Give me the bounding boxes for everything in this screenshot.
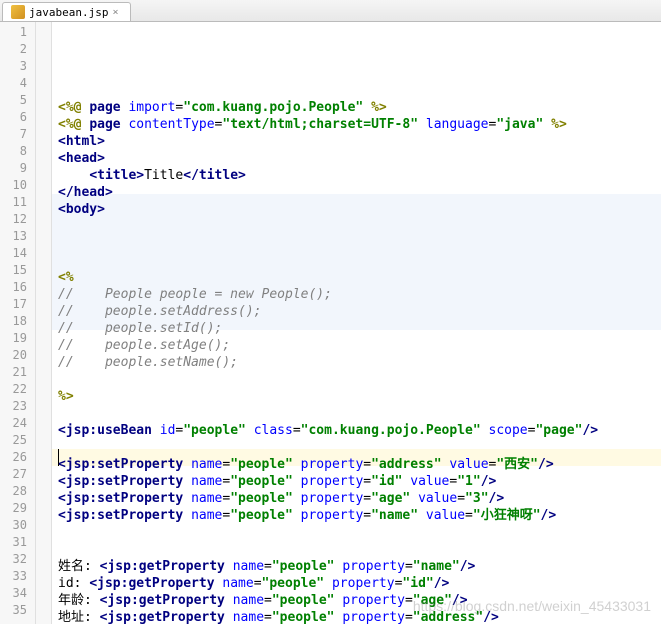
code-line[interactable]: <jsp:setProperty name="people" property=… bbox=[58, 456, 661, 473]
line-number: 9 bbox=[0, 160, 35, 177]
line-number: 31 bbox=[0, 534, 35, 551]
line-number: 19 bbox=[0, 330, 35, 347]
tab-filename: javabean.jsp bbox=[29, 6, 108, 19]
line-number: 12 bbox=[0, 211, 35, 228]
line-number: 21 bbox=[0, 364, 35, 381]
line-number: 3 bbox=[0, 58, 35, 75]
code-line[interactable] bbox=[58, 371, 661, 388]
line-number-gutter: 1234567891011121314151617181920212223242… bbox=[0, 22, 36, 624]
code-line[interactable]: // people.setAddress(); bbox=[58, 303, 661, 320]
code-line[interactable] bbox=[58, 439, 661, 456]
code-line[interactable] bbox=[58, 524, 661, 541]
line-number: 8 bbox=[0, 143, 35, 160]
code-line[interactable]: 地址: <jsp:getProperty name="people" prope… bbox=[58, 609, 661, 624]
code-line[interactable]: 姓名: <jsp:getProperty name="people" prope… bbox=[58, 558, 661, 575]
line-number: 33 bbox=[0, 568, 35, 585]
code-line[interactable]: <jsp:setProperty name="people" property=… bbox=[58, 490, 661, 507]
line-number: 13 bbox=[0, 228, 35, 245]
line-number: 28 bbox=[0, 483, 35, 500]
code-line[interactable]: <jsp:setProperty name="people" property=… bbox=[58, 473, 661, 490]
line-number: 29 bbox=[0, 500, 35, 517]
line-number: 22 bbox=[0, 381, 35, 398]
close-icon[interactable]: × bbox=[112, 7, 122, 17]
code-line[interactable] bbox=[58, 235, 661, 252]
line-number: 35 bbox=[0, 602, 35, 619]
jsp-file-icon bbox=[11, 5, 25, 19]
line-number: 20 bbox=[0, 347, 35, 364]
code-line[interactable]: // people.setName(); bbox=[58, 354, 661, 371]
line-number: 17 bbox=[0, 296, 35, 313]
line-number: 30 bbox=[0, 517, 35, 534]
code-line[interactable]: <title>Title</title> bbox=[58, 167, 661, 184]
file-tab[interactable]: javabean.jsp × bbox=[2, 2, 131, 21]
line-number: 1 bbox=[0, 24, 35, 41]
code-line[interactable]: <%@ page contentType="text/html;charset=… bbox=[58, 116, 661, 133]
code-line[interactable]: 年龄: <jsp:getProperty name="people" prope… bbox=[58, 592, 661, 609]
line-number: 26 bbox=[0, 449, 35, 466]
fold-margin bbox=[36, 22, 52, 624]
code-line[interactable]: %> bbox=[58, 388, 661, 405]
line-number: 27 bbox=[0, 466, 35, 483]
code-line[interactable]: // People people = new People(); bbox=[58, 286, 661, 303]
code-line[interactable] bbox=[58, 541, 661, 558]
code-line[interactable]: <jsp:useBean id="people" class="com.kuan… bbox=[58, 422, 661, 439]
line-number: 2 bbox=[0, 41, 35, 58]
line-number: 34 bbox=[0, 585, 35, 602]
line-number: 23 bbox=[0, 398, 35, 415]
code-line[interactable]: <html> bbox=[58, 133, 661, 150]
line-number: 11 bbox=[0, 194, 35, 211]
code-line[interactable]: <jsp:setProperty name="people" property=… bbox=[58, 507, 661, 524]
line-number: 7 bbox=[0, 126, 35, 143]
code-line[interactable]: <% bbox=[58, 269, 661, 286]
line-number: 24 bbox=[0, 415, 35, 432]
code-line[interactable] bbox=[58, 218, 661, 235]
line-number: 18 bbox=[0, 313, 35, 330]
code-line[interactable]: </head> bbox=[58, 184, 661, 201]
text-cursor bbox=[58, 449, 59, 466]
line-number: 5 bbox=[0, 92, 35, 109]
code-line[interactable]: <head> bbox=[58, 150, 661, 167]
line-number: 10 bbox=[0, 177, 35, 194]
code-line[interactable] bbox=[58, 405, 661, 422]
code-line[interactable]: // people.setAge(); bbox=[58, 337, 661, 354]
line-number: 15 bbox=[0, 262, 35, 279]
line-number: 4 bbox=[0, 75, 35, 92]
line-number: 32 bbox=[0, 551, 35, 568]
code-line[interactable] bbox=[58, 252, 661, 269]
code-line[interactable]: <body> bbox=[58, 201, 661, 218]
code-line[interactable]: // people.setId(); bbox=[58, 320, 661, 337]
line-number: 14 bbox=[0, 245, 35, 262]
tab-bar: javabean.jsp × bbox=[0, 0, 661, 22]
line-number: 16 bbox=[0, 279, 35, 296]
line-number: 25 bbox=[0, 432, 35, 449]
code-line[interactable]: <%@ page import="com.kuang.pojo.People" … bbox=[58, 99, 661, 116]
line-number: 6 bbox=[0, 109, 35, 126]
code-area[interactable]: <%@ page import="com.kuang.pojo.People" … bbox=[52, 22, 661, 624]
code-line[interactable]: id: <jsp:getProperty name="people" prope… bbox=[58, 575, 661, 592]
code-editor[interactable]: 1234567891011121314151617181920212223242… bbox=[0, 22, 661, 624]
